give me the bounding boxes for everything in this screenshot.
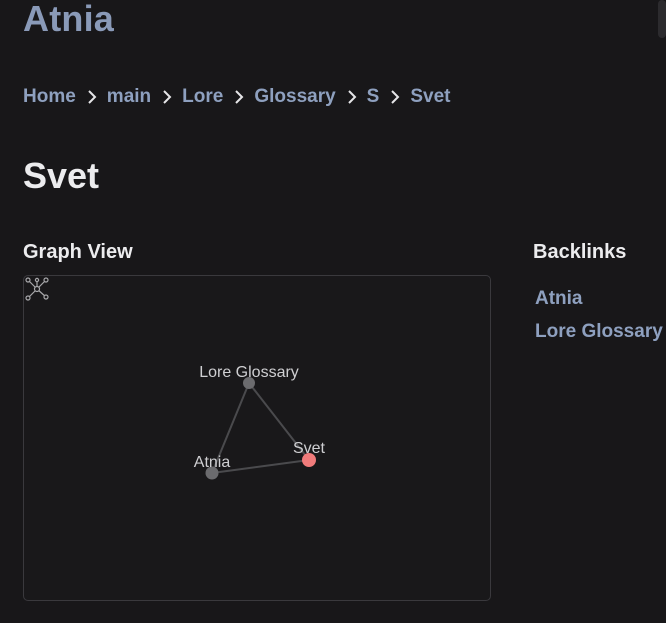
graph-node-label: Lore Glossary bbox=[199, 364, 299, 381]
backlink-item[interactable]: Atnia bbox=[535, 282, 663, 315]
scrollbar-thumb[interactable] bbox=[658, 0, 666, 38]
chevron-right-icon bbox=[391, 90, 400, 104]
chevron-right-icon bbox=[235, 90, 244, 104]
graph-view-heading: Graph View bbox=[23, 241, 133, 263]
graph-view[interactable]: Lore Glossary Atnia Svet bbox=[23, 275, 491, 601]
global-graph-icon[interactable] bbox=[24, 276, 50, 302]
graph-node-label: Atnia bbox=[194, 454, 231, 471]
graph-node-label: Svet bbox=[293, 440, 326, 457]
page-title: Svet bbox=[23, 155, 100, 196]
breadcrumb-svet[interactable]: Svet bbox=[410, 86, 450, 108]
backlinks-list: Atnia Lore Glossary bbox=[535, 282, 663, 348]
backlink-item[interactable]: Lore Glossary bbox=[535, 315, 663, 348]
breadcrumb-home[interactable]: Home bbox=[23, 86, 76, 108]
chevron-right-icon bbox=[163, 90, 172, 104]
site-title[interactable]: Atnia bbox=[23, 0, 114, 40]
graph-canvas[interactable]: Lore Glossary Atnia Svet bbox=[24, 276, 490, 600]
chevron-right-icon bbox=[347, 90, 357, 104]
breadcrumb: Home main Lore Glossary S Svet bbox=[23, 86, 451, 108]
breadcrumb-s[interactable]: S bbox=[367, 86, 380, 108]
backlinks-heading: Backlinks bbox=[533, 241, 627, 263]
breadcrumb-glossary[interactable]: Glossary bbox=[254, 86, 335, 108]
chevron-right-icon bbox=[88, 90, 97, 104]
breadcrumb-main[interactable]: main bbox=[107, 86, 151, 108]
breadcrumb-lore[interactable]: Lore bbox=[182, 86, 223, 108]
